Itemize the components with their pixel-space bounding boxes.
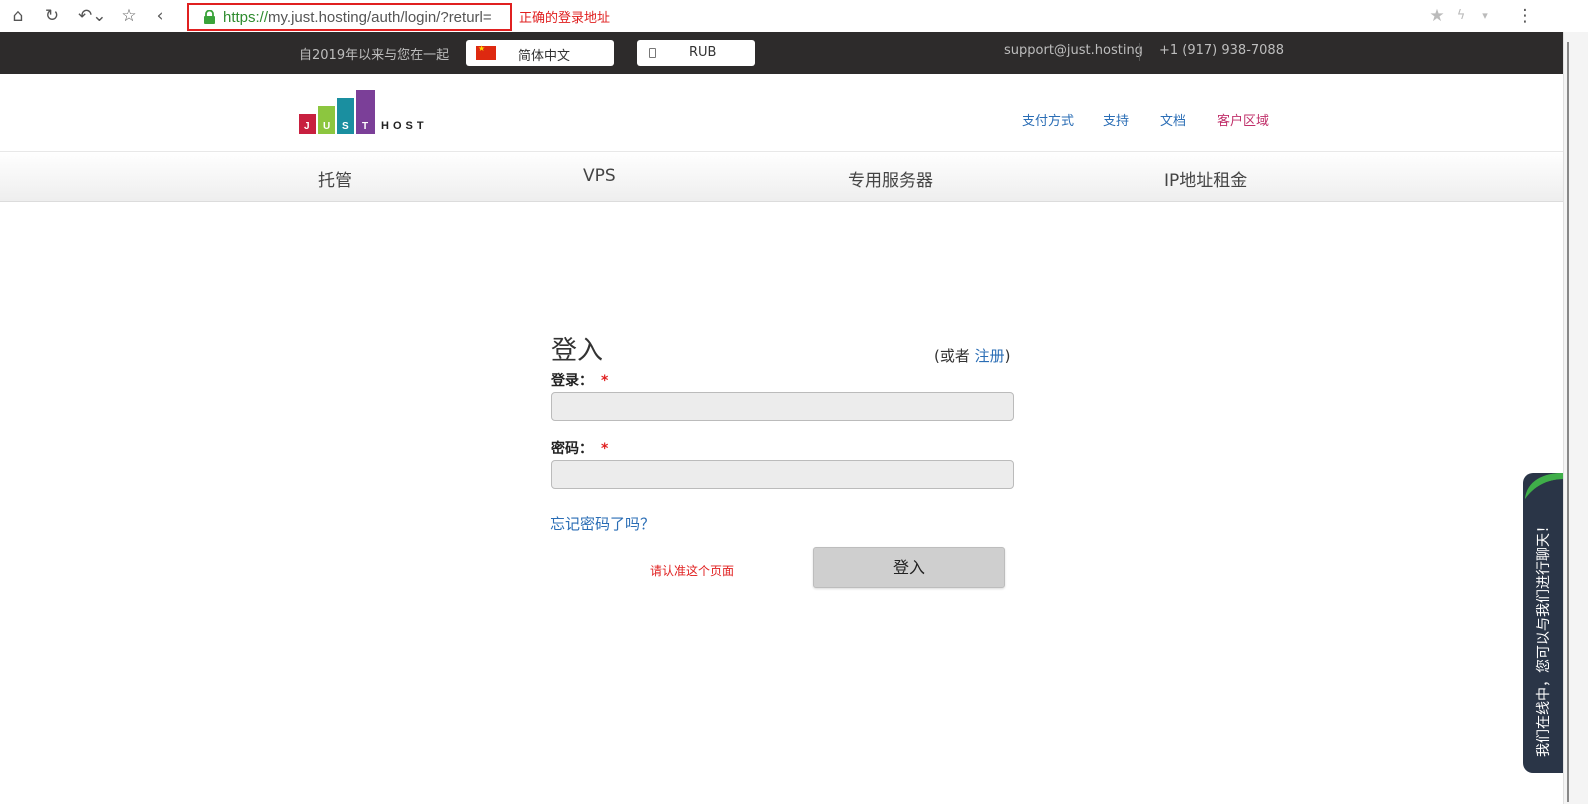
password-label: 密码： *	[551, 441, 609, 457]
leaf-icon	[1525, 473, 1563, 499]
scroll-thumb[interactable]	[1567, 42, 1569, 802]
client-area-link[interactable]: 客户区域	[1217, 110, 1269, 129]
support-email-link[interactable]: support@just.hosting	[1004, 43, 1143, 58]
menu-item-dedicated[interactable]: 专用服务器	[848, 166, 933, 191]
currency-label: RUB	[689, 45, 717, 60]
star-icon[interactable]: ☆	[118, 5, 140, 27]
main-menu: 托管 VPS 专用服务器 IP地址租金	[0, 152, 1563, 202]
svg-text:J: J	[304, 121, 310, 132]
site-header: J U S T HOST 支付方式 支持 文档 客户区域	[0, 74, 1563, 152]
svg-text:U: U	[323, 121, 330, 132]
phone-number[interactable]: +1 (917) 938-7088	[1159, 43, 1284, 58]
register-link[interactable]: 注册	[975, 347, 1005, 365]
home-icon[interactable]: ⌂	[7, 5, 29, 27]
bookmark-star-icon[interactable]: ★	[1426, 5, 1448, 27]
or-register: (或者 注册)	[934, 347, 1011, 365]
chat-text: 我们在线中，您可以与我们进行聊天！	[1536, 519, 1552, 757]
menu-item-ip-rent[interactable]: IP地址租金	[1164, 166, 1247, 191]
login-label: 登录： *	[551, 373, 609, 389]
payment-methods-link[interactable]: 支付方式	[1022, 110, 1074, 129]
docs-link[interactable]: 文档	[1160, 110, 1186, 129]
required-mark: *	[601, 373, 609, 389]
lightning-icon[interactable]: ϟ	[1450, 5, 1472, 27]
live-chat-tab[interactable]: 我们在线中，您可以与我们进行聊天！	[1523, 473, 1563, 773]
currency-icon	[649, 48, 656, 58]
url-text: https://my.just.hosting/auth/login/?retu…	[223, 9, 492, 26]
currency-select[interactable]: RUB	[637, 40, 755, 66]
address-bar[interactable]: https://my.just.hosting/auth/login/?retu…	[187, 3, 512, 31]
justhost-logo[interactable]: J U S T HOST	[299, 90, 439, 134]
language-label: 简体中文	[518, 49, 571, 64]
annotation-correct-url: 正确的登录地址	[519, 11, 611, 26]
since-text: 自2019年以来与您在一起	[299, 48, 450, 63]
login-input[interactable]	[551, 392, 1014, 421]
lock-icon	[204, 10, 215, 24]
browser-toolbar: ⌂ ↻ ↶⌄ ☆ ‹ https://my.just.hosting/auth/…	[0, 0, 1588, 32]
divider	[1139, 43, 1140, 61]
reload-icon[interactable]: ↻	[41, 5, 63, 27]
required-mark: *	[601, 441, 609, 457]
login-button[interactable]: 登入	[813, 547, 1005, 588]
menu-item-hosting[interactable]: 托管	[318, 166, 352, 191]
svg-text:HOST: HOST	[381, 120, 428, 132]
language-select[interactable]: 简体中文	[466, 40, 614, 66]
top-info-bar: 自2019年以来与您在一起 简体中文 RUB support@just.host…	[0, 32, 1563, 74]
support-link[interactable]: 支持	[1103, 110, 1129, 129]
page-scrollbar[interactable]	[1563, 32, 1588, 804]
undo-icon[interactable]: ↶⌄	[78, 5, 107, 27]
password-input[interactable]	[551, 460, 1014, 489]
svg-text:T: T	[362, 121, 368, 132]
china-flag-icon	[476, 44, 496, 60]
forgot-password-link[interactable]: 忘记密码了吗？	[550, 513, 655, 534]
dropdown-icon[interactable]: ▾	[1474, 5, 1496, 27]
login-title: 登入	[551, 336, 604, 366]
menu-dots-icon[interactable]: ⋮	[1514, 5, 1536, 27]
menu-item-vps[interactable]: VPS	[583, 166, 616, 186]
confirm-page-note: 请认准这个页面	[650, 564, 735, 578]
back-icon[interactable]: ‹	[149, 5, 171, 27]
svg-text:S: S	[342, 121, 349, 132]
